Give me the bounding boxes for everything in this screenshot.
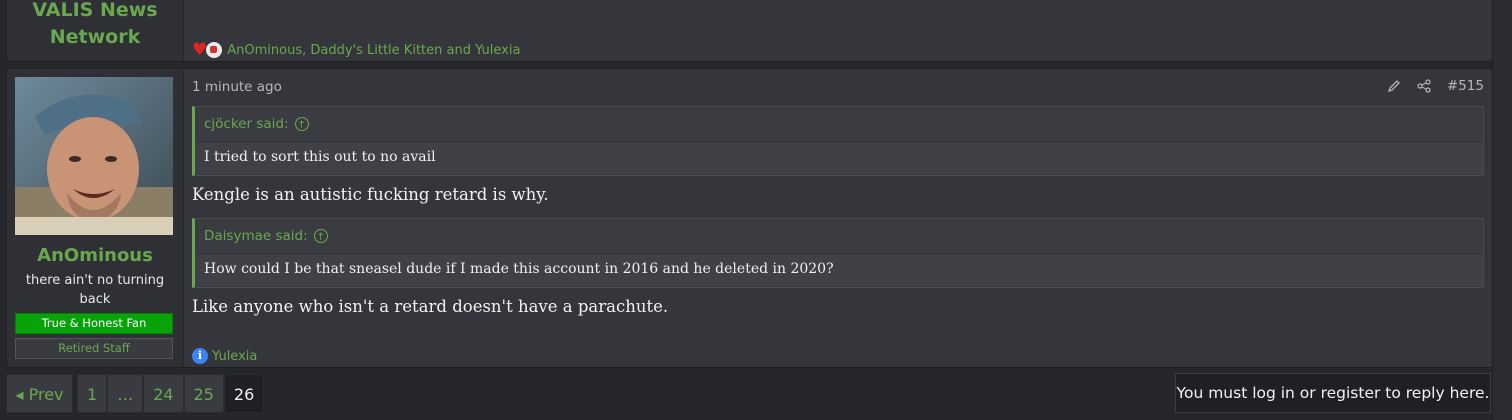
post-reactions-bar[interactable]: i Yulexia bbox=[192, 348, 257, 364]
quote-author[interactable]: Daisymae said: bbox=[204, 219, 308, 253]
user-banner-fan: True & Honest Fan bbox=[15, 313, 173, 334]
pagination: ◂ Prev 1 … 24 25 26 bbox=[6, 374, 265, 413]
previous-post: VALIS News Network ♥ AnOminous, Daddy's … bbox=[6, 0, 1493, 62]
informative-icon: i bbox=[192, 348, 208, 364]
prev-page-button[interactable]: ◂ Prev bbox=[6, 374, 73, 413]
reaction-icon bbox=[205, 41, 224, 59]
chevron-left-icon: ◂ bbox=[15, 385, 24, 404]
post-message: Like anyone who isn't a retard doesn't h… bbox=[192, 297, 669, 316]
previous-username-line-1[interactable]: VALIS News bbox=[7, 0, 183, 24]
scrollbar[interactable] bbox=[1492, 0, 1512, 420]
page-link[interactable]: 24 bbox=[143, 374, 184, 413]
quote-block: Daisymae said: How could I be that sneas… bbox=[192, 218, 1484, 288]
quote-author[interactable]: cjöcker said: bbox=[204, 107, 289, 141]
current-page: 26 bbox=[223, 374, 265, 413]
post: AnOminous there ain't no turning back Tr… bbox=[6, 68, 1493, 368]
edit-icon[interactable] bbox=[1387, 79, 1401, 93]
jump-to-quote-icon[interactable] bbox=[313, 221, 328, 255]
avatar-image bbox=[15, 77, 173, 235]
post-number[interactable]: #515 bbox=[1447, 78, 1484, 94]
post-time[interactable]: 1 minute ago bbox=[192, 79, 282, 95]
post-message: Kengle is an autistic fucking retard is … bbox=[192, 185, 549, 204]
quote-text: How could I be that sneasel dude if I ma… bbox=[195, 254, 1483, 286]
jump-to-quote-icon[interactable] bbox=[294, 109, 309, 143]
avatar[interactable] bbox=[15, 77, 173, 235]
user-panel: AnOminous there ain't no turning back Tr… bbox=[7, 69, 184, 367]
user-title: there ain't no turning back bbox=[25, 273, 165, 307]
quote-header: Daisymae said: bbox=[195, 219, 1483, 255]
previous-reaction-users[interactable]: AnOminous, Daddy's Little Kitten and Yul… bbox=[227, 43, 520, 58]
post-actions: #515 bbox=[1387, 78, 1484, 94]
prev-label: Prev bbox=[28, 385, 64, 404]
previous-username[interactable]: VALIS News Network bbox=[7, 0, 183, 51]
page-ellipsis[interactable]: … bbox=[107, 374, 144, 413]
login-notice[interactable]: You must log in or register to reply her… bbox=[1175, 373, 1491, 413]
quote-block: cjöcker said: I tried to sort this out t… bbox=[192, 106, 1484, 176]
previous-username-line-2[interactable]: Network bbox=[7, 24, 183, 51]
previous-user-panel: VALIS News Network bbox=[7, 0, 184, 61]
post-reaction-users[interactable]: Yulexia bbox=[212, 349, 257, 364]
page-link[interactable]: 1 bbox=[77, 374, 108, 413]
quote-header: cjöcker said: bbox=[195, 107, 1483, 143]
page-list: 1 … 24 25 26 bbox=[77, 374, 265, 413]
username[interactable]: AnOminous bbox=[7, 245, 183, 266]
share-icon[interactable] bbox=[1417, 79, 1431, 93]
page-link[interactable]: 25 bbox=[183, 374, 224, 413]
previous-reactions-bar[interactable]: ♥ AnOminous, Daddy's Little Kitten and Y… bbox=[192, 41, 520, 59]
quote-text: I tried to sort this out to no avail bbox=[195, 142, 1483, 174]
user-banner-retired: Retired Staff bbox=[15, 338, 173, 359]
